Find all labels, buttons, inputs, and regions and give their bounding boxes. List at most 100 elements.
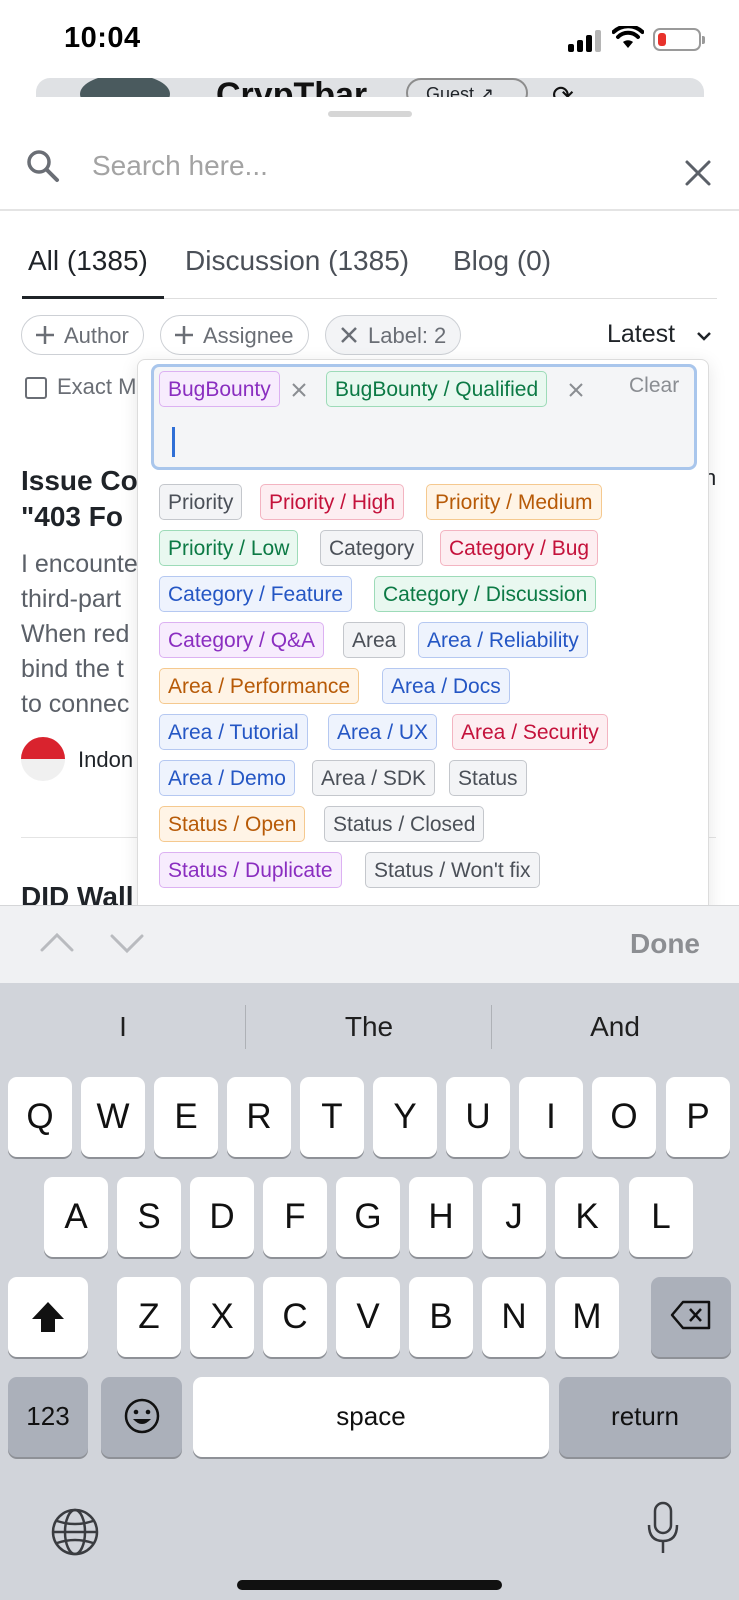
- assignee-filter-chip[interactable]: Assignee: [160, 315, 309, 355]
- key[interactable]: L: [629, 1177, 693, 1257]
- space-key[interactable]: space: [193, 1377, 549, 1457]
- suggestion[interactable]: And: [492, 1011, 738, 1043]
- label-option[interactable]: Area / Performance: [159, 668, 360, 704]
- label-picker-input[interactable]: BugBounty BugBounty / Qualified Clear: [151, 364, 697, 470]
- key[interactable]: O: [592, 1077, 656, 1157]
- remove-tag-icon[interactable]: [291, 382, 307, 398]
- community-avatar: [80, 78, 170, 98]
- label-option[interactable]: Category / Feature: [159, 576, 353, 612]
- key[interactable]: J: [482, 1177, 546, 1257]
- chevron-down-icon[interactable]: [696, 330, 712, 342]
- label-option[interactable]: Category / Discussion: [374, 576, 597, 612]
- label-option[interactable]: Status / Won't fix: [365, 852, 540, 888]
- suggestion[interactable]: I: [0, 1011, 246, 1043]
- emoji-icon: [124, 1398, 159, 1434]
- sheet-grabber[interactable]: [328, 111, 412, 117]
- key[interactable]: X: [190, 1277, 254, 1357]
- label-option[interactable]: Status: [449, 760, 527, 796]
- clear-labels-button[interactable]: Clear: [629, 374, 679, 398]
- key[interactable]: K: [555, 1177, 619, 1257]
- background-page-header: CrypTbar Guest ↗ ⟳: [36, 78, 704, 98]
- key[interactable]: Y: [373, 1077, 437, 1157]
- tab-blog[interactable]: Blog (0): [453, 239, 551, 299]
- numbers-key[interactable]: 123: [8, 1377, 88, 1457]
- label-option[interactable]: Area / SDK: [312, 760, 436, 796]
- post-title[interactable]: DID Wall: [21, 881, 134, 905]
- label-option[interactable]: Area / UX: [328, 714, 438, 750]
- key[interactable]: M: [555, 1277, 619, 1357]
- label-option[interactable]: Status / Closed: [324, 806, 485, 842]
- wifi-icon: [612, 26, 644, 48]
- key[interactable]: C: [263, 1277, 327, 1357]
- label-option[interactable]: Area / Tutorial: [159, 714, 308, 750]
- backspace-icon: [670, 1300, 711, 1330]
- label-option[interactable]: Priority / Low: [159, 530, 299, 566]
- key[interactable]: I: [519, 1077, 583, 1157]
- key[interactable]: G: [336, 1177, 400, 1257]
- label-option[interactable]: Area: [343, 622, 406, 658]
- post-excerpt: I encounte third-part When red bind the …: [21, 550, 138, 718]
- key[interactable]: Q: [8, 1077, 72, 1157]
- chevron-up-icon[interactable]: [40, 932, 74, 952]
- emoji-key[interactable]: [101, 1377, 182, 1457]
- author-filter-chip[interactable]: Author: [21, 315, 144, 355]
- exact-match-checkbox[interactable]: [25, 377, 47, 399]
- label-option[interactable]: Area / Docs: [382, 668, 510, 704]
- label-option[interactable]: Status / Duplicate: [159, 852, 342, 888]
- done-button[interactable]: Done: [630, 928, 700, 960]
- return-key[interactable]: return: [559, 1377, 731, 1457]
- label-option[interactable]: Priority / High: [260, 484, 405, 520]
- backspace-key[interactable]: [651, 1277, 731, 1357]
- close-icon[interactable]: [338, 324, 360, 346]
- close-icon[interactable]: [684, 159, 712, 187]
- globe-icon[interactable]: [50, 1507, 100, 1557]
- chevron-down-icon[interactable]: [110, 934, 144, 954]
- key[interactable]: U: [446, 1077, 510, 1157]
- tab-all[interactable]: All (1385): [28, 239, 148, 299]
- active-tab-indicator: [22, 296, 164, 299]
- search-input[interactable]: [92, 145, 652, 187]
- key[interactable]: S: [117, 1177, 181, 1257]
- key[interactable]: P: [666, 1077, 730, 1157]
- status-bar: 10:04: [0, 0, 739, 78]
- label-option[interactable]: Category: [320, 530, 424, 566]
- label-option[interactable]: Area / Security: [452, 714, 608, 750]
- label-option[interactable]: Area / Reliability: [418, 622, 588, 658]
- microphone-icon[interactable]: [646, 1501, 680, 1555]
- label-option[interactable]: Category / Bug: [440, 530, 599, 566]
- on-screen-keyboard: I The And Q W E R T Y U I O P A S D F G …: [0, 983, 739, 1600]
- search-sheet: All (1385) Discussion (1385) Blog (0) Au…: [0, 97, 739, 905]
- home-indicator[interactable]: [237, 1580, 502, 1590]
- sort-dropdown[interactable]: Latest: [607, 320, 675, 349]
- tab-discussion[interactable]: Discussion (1385): [185, 239, 409, 299]
- key[interactable]: F: [263, 1177, 327, 1257]
- post-author-name[interactable]: Indon: [78, 747, 133, 773]
- key[interactable]: N: [482, 1277, 546, 1357]
- suggestion[interactable]: The: [246, 1011, 492, 1043]
- key[interactable]: B: [409, 1277, 473, 1357]
- key[interactable]: T: [300, 1077, 364, 1157]
- label-option[interactable]: Status / Open: [159, 806, 306, 842]
- key[interactable]: Z: [117, 1277, 181, 1357]
- key[interactable]: R: [227, 1077, 291, 1157]
- key[interactable]: D: [190, 1177, 254, 1257]
- remove-tag-icon[interactable]: [568, 382, 584, 398]
- shift-key[interactable]: [8, 1277, 88, 1357]
- label-option[interactable]: Priority: [159, 484, 243, 520]
- key[interactable]: H: [409, 1177, 473, 1257]
- search-bar: [0, 121, 739, 211]
- label-filter-label: Label: 2: [368, 323, 447, 348]
- label-option[interactable]: Area / Demo: [159, 760, 295, 796]
- key[interactable]: E: [154, 1077, 218, 1157]
- key[interactable]: V: [336, 1277, 400, 1357]
- author-avatar[interactable]: [21, 737, 65, 781]
- key[interactable]: A: [44, 1177, 108, 1257]
- post-title[interactable]: Issue Co "403 Fo: [21, 463, 138, 535]
- assignee-filter-label: Assignee: [203, 323, 294, 348]
- keyboard-accessory-bar: Done: [0, 905, 739, 983]
- key[interactable]: W: [81, 1077, 145, 1157]
- selected-label-tag: BugBounty / Qualified: [326, 371, 548, 407]
- label-filter-chip[interactable]: Label: 2: [325, 315, 462, 355]
- label-option[interactable]: Priority / Medium: [426, 484, 602, 520]
- label-option[interactable]: Category / Q&A: [159, 622, 325, 658]
